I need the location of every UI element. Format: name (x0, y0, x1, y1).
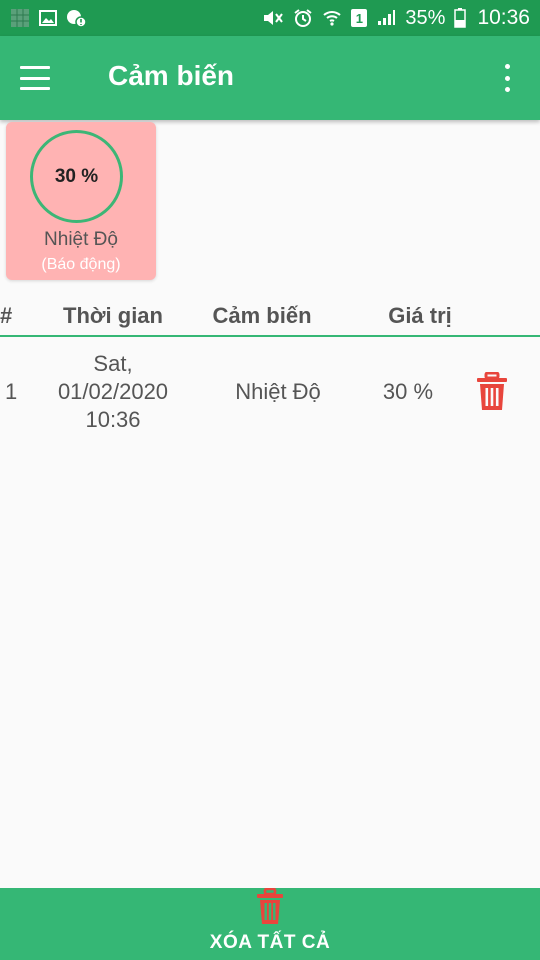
alarm-icon (293, 8, 313, 28)
page-title: Cảm biến (108, 60, 235, 91)
delete-all-label: XÓA TẤT CẢ (209, 932, 331, 953)
notification-icon (66, 8, 86, 28)
app-bar: Cảm biến (0, 36, 540, 120)
status-bar: 1 35% 10:36 (0, 0, 540, 36)
trash-icon (477, 371, 507, 410)
column-header-time: Thời gian (63, 303, 163, 328)
more-vert-icon[interactable] (498, 64, 516, 92)
sensor-card[interactable]: 30 % Nhiệt Độ (Báo động) (6, 122, 156, 280)
sensor-card-status: (Báo động) (41, 256, 121, 273)
signal-icon (376, 9, 396, 27)
battery-icon (454, 8, 467, 28)
delete-row-button[interactable] (474, 371, 510, 412)
row-value: 30 % (382, 379, 434, 404)
sensor-card-name: Nhiệt Độ (44, 229, 118, 250)
battery-percent: 35% (405, 6, 446, 29)
hamburger-menu-icon[interactable] (20, 66, 50, 90)
table-row: 1 Sat, 01/02/2020 10:36 Nhiệt Độ 30 % (0, 346, 540, 436)
delete-all-button[interactable]: XÓA TẤT CẢ (0, 888, 540, 960)
mute-icon (260, 8, 284, 28)
table-header: # Thời gian Cảm biến Giá trị (0, 295, 540, 337)
row-time: Sat, 01/02/2020 10:36 (28, 350, 198, 434)
wifi-icon (322, 9, 342, 27)
trash-icon (257, 888, 283, 924)
row-time-day: Sat, (93, 351, 133, 376)
row-time-clock: 10:36 (85, 407, 141, 432)
sensor-gauge-value: 30 % (54, 165, 99, 187)
column-header-sensor: Cảm biến (212, 303, 312, 328)
row-sensor: Nhiệt Độ (235, 379, 321, 404)
status-bar-right: 1 35% 10:36 (260, 6, 530, 30)
clock: 10:36 (477, 6, 530, 29)
column-header-value: Giá trị (388, 303, 452, 328)
row-time-date: 01/02/2020 (57, 379, 169, 404)
sim-icon: 1 (351, 9, 368, 27)
column-header-index: # (0, 303, 13, 328)
row-index: 1 (5, 379, 18, 404)
status-bar-left (10, 8, 86, 28)
sensor-gauge: 30 % (30, 130, 123, 223)
image-icon (39, 10, 57, 26)
app-icon (10, 8, 30, 28)
